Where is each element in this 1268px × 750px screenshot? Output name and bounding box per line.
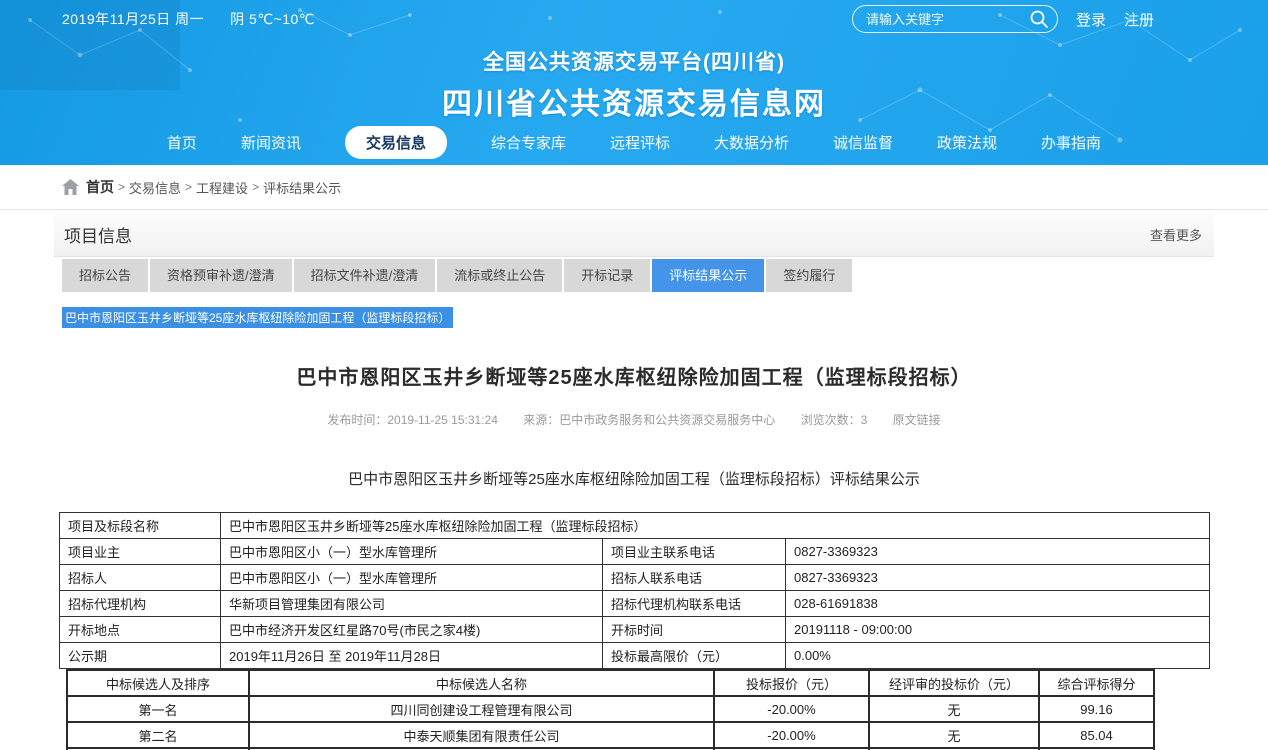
table-row: 第一名 四川同创建设工程管理有限公司 -20.00% 无 99.16 bbox=[67, 696, 1154, 722]
nav-item-remote-evaluation[interactable]: 远程评标 bbox=[610, 126, 670, 159]
article-meta: 发布时间：2019-11-25 15:31:24 来源：巴中市政务服务和公共资源… bbox=[54, 411, 1214, 428]
table-row: 开标地点 巴中市经济开发区红星路70号(市民之家4楼) 开标时间 2019111… bbox=[60, 617, 1210, 643]
article-title: 巴中市恩阳区玉井乡断垭等25座水库枢纽除险加固工程（监理标段招标） bbox=[54, 361, 1214, 390]
current-date: 2019年11月25日 周一 bbox=[62, 9, 204, 29]
site-header: 2019年11月25日 周一 阴 5℃~10℃ 登录 注册 全国公共资源交易平台… bbox=[0, 0, 1268, 165]
tab-bid-document-supplement[interactable]: 招标文件补遗/澄清 bbox=[294, 259, 436, 292]
info-label: 招标代理机构联系电话 bbox=[603, 591, 786, 617]
publish-time: 发布时间：2019-11-25 15:31:24 bbox=[327, 413, 498, 427]
info-label: 开标地点 bbox=[60, 617, 221, 643]
table-row: 项目及标段名称 巴中市恩阳区玉井乡断垭等25座水库枢纽除险加固工程（监理标段招标… bbox=[60, 513, 1210, 539]
login-link[interactable]: 登录 bbox=[1076, 9, 1106, 30]
breadcrumb-home[interactable]: 首页 bbox=[86, 177, 114, 197]
search-icon[interactable] bbox=[1029, 9, 1049, 29]
info-value: 巴中市恩阳区小（一）型水库管理所 bbox=[221, 539, 603, 565]
register-link[interactable]: 注册 bbox=[1124, 9, 1154, 30]
breadcrumb-separator: > bbox=[185, 180, 192, 194]
info-label: 招标人 bbox=[60, 565, 221, 591]
search-box bbox=[852, 5, 1058, 33]
info-label: 开标时间 bbox=[603, 617, 786, 643]
info-value: 0827-3369323 bbox=[786, 539, 1210, 565]
tab-bid-opening-record[interactable]: 开标记录 bbox=[564, 259, 650, 292]
tab-bid-announcement[interactable]: 招标公告 bbox=[62, 259, 148, 292]
section-title: 项目信息 bbox=[64, 222, 132, 247]
article-subtitle: 巴中市恩阳区玉井乡断垭等25座水库枢纽除险加固工程（监理标段招标）评标结果公示 bbox=[54, 468, 1214, 489]
info-label: 招标代理机构 bbox=[60, 591, 221, 617]
column-header: 中标候选人名称 bbox=[249, 670, 714, 696]
info-label: 项目业主 bbox=[60, 539, 221, 565]
info-label: 招标人联系电话 bbox=[603, 565, 786, 591]
column-header: 综合评标得分 bbox=[1039, 670, 1154, 696]
nav-item-integrity[interactable]: 诚信监督 bbox=[833, 126, 893, 159]
site-title: 四川省公共资源交易信息网 bbox=[0, 79, 1268, 123]
home-icon bbox=[62, 179, 79, 195]
info-value: 巴中市恩阳区小（一）型水库管理所 bbox=[221, 565, 603, 591]
table-row: 公示期 2019年11月26日 至 2019年11月28日 投标最高限价（元） … bbox=[60, 643, 1210, 669]
topbar: 2019年11月25日 周一 阴 5℃~10℃ 登录 注册 bbox=[0, 0, 1268, 38]
column-header: 经评审的投标价（元） bbox=[869, 670, 1039, 696]
bid-result-table: 中标候选人及排序 中标候选人名称 投标报价（元） 经评审的投标价（元） 综合评标… bbox=[66, 669, 1155, 750]
weather-info: 阴 5℃~10℃ bbox=[230, 9, 315, 29]
candidate-cell: 中泰天顺集团有限责任公司 bbox=[249, 722, 714, 748]
info-label: 投标最高限价（元） bbox=[603, 643, 786, 669]
score-cell: 99.16 bbox=[1039, 696, 1154, 722]
rank-cell: 第一名 bbox=[67, 696, 249, 722]
table-row: 项目业主 巴中市恩阳区小（一）型水库管理所 项目业主联系电话 0827-3369… bbox=[60, 539, 1210, 565]
info-label: 公示期 bbox=[60, 643, 221, 669]
view-more-link[interactable]: 查看更多 bbox=[1150, 225, 1202, 244]
tab-contract-performance[interactable]: 签约履行 bbox=[766, 259, 852, 292]
tab-evaluation-result[interactable]: 评标结果公示 bbox=[652, 259, 764, 292]
candidate-cell: 四川同创建设工程管理有限公司 bbox=[249, 696, 714, 722]
breadcrumb-separator: > bbox=[118, 180, 125, 194]
score-cell: 85.04 bbox=[1039, 722, 1154, 748]
info-value: 巴中市经济开发区红星路70号(市民之家4楼) bbox=[221, 617, 603, 643]
tab-failed-or-terminated[interactable]: 流标或终止公告 bbox=[437, 259, 562, 292]
tab-prequalification-supplement[interactable]: 资格预审补遗/澄清 bbox=[150, 259, 292, 292]
nav-item-news[interactable]: 新闻资讯 bbox=[241, 126, 301, 159]
nav-item-expert-library[interactable]: 综合专家库 bbox=[491, 126, 566, 159]
breadcrumb-construction[interactable]: 工程建设 bbox=[196, 178, 248, 197]
site-titles: 全国公共资源交易平台(四川省) 四川省公共资源交易信息网 bbox=[0, 46, 1268, 123]
view-count: 浏览次数：3 bbox=[801, 413, 868, 427]
info-value: 0.00% bbox=[786, 643, 1210, 669]
breadcrumb-evaluation-result[interactable]: 评标结果公示 bbox=[263, 178, 341, 197]
info-label: 项目业主联系电话 bbox=[603, 539, 786, 565]
column-header: 中标候选人及排序 bbox=[67, 670, 249, 696]
section-bar: 项目信息 查看更多 bbox=[54, 213, 1214, 257]
evaluated-price-cell: 无 bbox=[869, 696, 1039, 722]
nav-item-trade-info[interactable]: 交易信息 bbox=[345, 126, 447, 159]
info-value: 0827-3369323 bbox=[786, 565, 1210, 591]
platform-title: 全国公共资源交易平台(四川省) bbox=[0, 46, 1268, 76]
nav-item-guide[interactable]: 办事指南 bbox=[1041, 126, 1101, 159]
nav-item-policies[interactable]: 政策法规 bbox=[937, 126, 997, 159]
table-row: 招标人 巴中市恩阳区小（一）型水库管理所 招标人联系电话 0827-336932… bbox=[60, 565, 1210, 591]
info-value: 028-61691838 bbox=[786, 591, 1210, 617]
info-value: 2019年11月26日 至 2019年11月28日 bbox=[221, 643, 603, 669]
table-row: 第二名 中泰天顺集团有限责任公司 -20.00% 无 85.04 bbox=[67, 722, 1154, 748]
main-nav: 首页 新闻资讯 交易信息 综合专家库 远程评标 大数据分析 诚信监督 政策法规 … bbox=[0, 126, 1268, 159]
info-label: 项目及标段名称 bbox=[60, 513, 221, 539]
breadcrumb-trade-info[interactable]: 交易信息 bbox=[129, 178, 181, 197]
nav-item-big-data[interactable]: 大数据分析 bbox=[714, 126, 789, 159]
bid-price-cell: -20.00% bbox=[714, 696, 869, 722]
date-weather: 2019年11月25日 周一 阴 5℃~10℃ bbox=[62, 9, 315, 29]
article-source: 来源：巴中市政务服务和公共资源交易服务中心 bbox=[523, 413, 775, 427]
search-input[interactable] bbox=[852, 5, 1058, 33]
column-header: 投标报价（元） bbox=[714, 670, 869, 696]
table-row: 招标代理机构 华新项目管理集团有限公司 招标代理机构联系电话 028-61691… bbox=[60, 591, 1210, 617]
breadcrumb-separator: > bbox=[252, 180, 259, 194]
table-header-row: 中标候选人及排序 中标候选人名称 投标报价（元） 经评审的投标价（元） 综合评标… bbox=[67, 670, 1154, 696]
category-tabs: 招标公告 资格预审补遗/澄清 招标文件补遗/澄清 流标或终止公告 开标记录 评标… bbox=[54, 259, 1214, 292]
nav-item-home[interactable]: 首页 bbox=[167, 126, 197, 159]
info-value: 巴中市恩阳区玉井乡断垭等25座水库枢纽除险加固工程（监理标段招标） bbox=[221, 513, 1210, 539]
evaluated-price-cell: 无 bbox=[869, 722, 1039, 748]
project-info-table: 项目及标段名称 巴中市恩阳区玉井乡断垭等25座水库枢纽除险加固工程（监理标段招标… bbox=[59, 512, 1210, 669]
info-value: 20191118 - 09:00:00 bbox=[786, 617, 1210, 643]
project-link-highlighted[interactable]: 巴中市恩阳区玉井乡断垭等25座水库枢纽除险加固工程（监理标段招标） bbox=[62, 307, 453, 328]
original-link[interactable]: 原文链接 bbox=[893, 413, 941, 427]
info-value: 华新项目管理集团有限公司 bbox=[221, 591, 603, 617]
breadcrumb: 首页 > 交易信息 > 工程建设 > 评标结果公示 bbox=[0, 165, 1268, 210]
rank-cell: 第二名 bbox=[67, 722, 249, 748]
bid-price-cell: -20.00% bbox=[714, 722, 869, 748]
